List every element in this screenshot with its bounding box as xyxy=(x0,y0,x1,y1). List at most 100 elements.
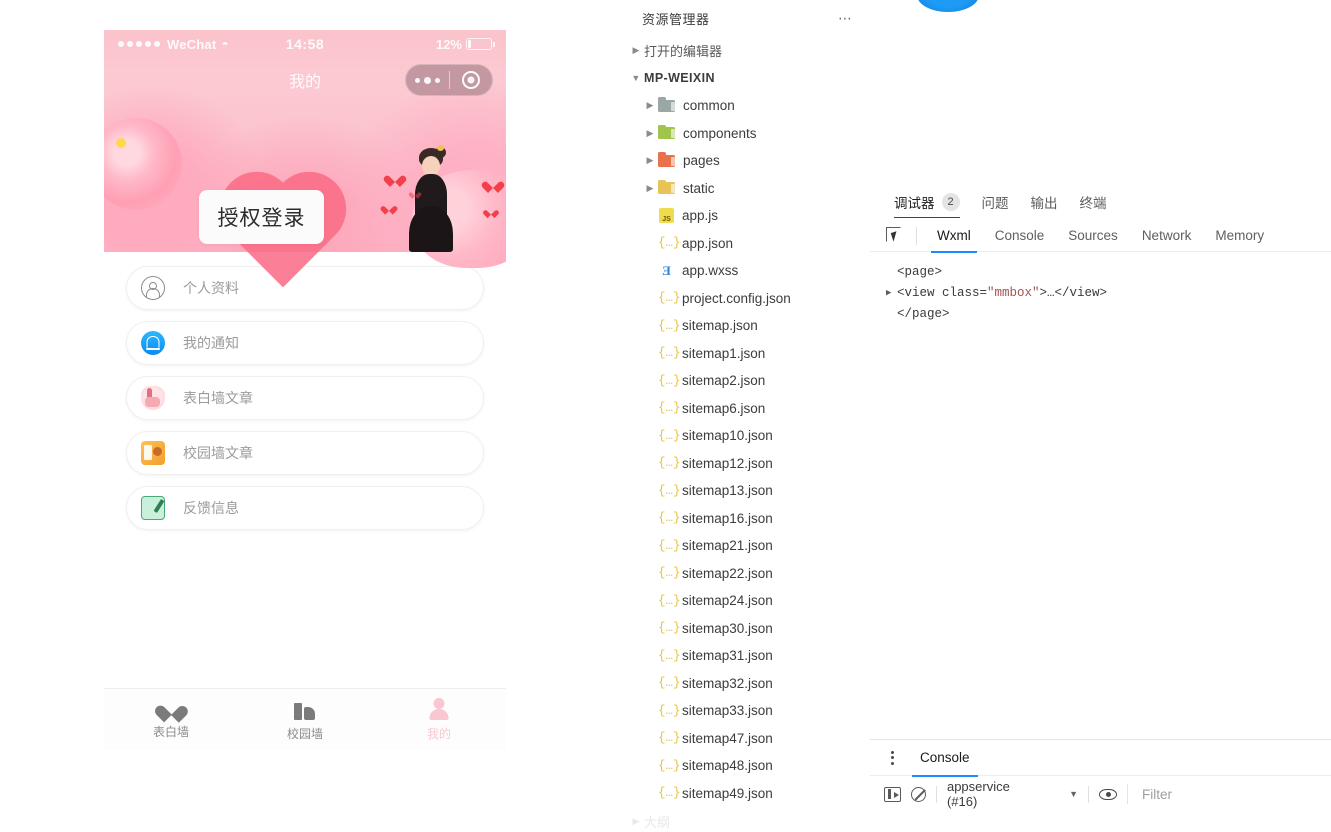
tree-file-app-js[interactable]: JS app.js xyxy=(620,202,870,230)
chevron-right-icon: ▶ xyxy=(632,815,640,826)
tree-file-sitemap30[interactable]: {…} sitemap30.json xyxy=(620,615,870,643)
simulator-nav-bar: 我的 xyxy=(104,58,506,102)
file-label: sitemap32.json xyxy=(682,675,773,691)
tab-network[interactable]: Network xyxy=(1130,220,1204,252)
tree-file-sitemap6[interactable]: {…} sitemap6.json xyxy=(620,395,870,423)
school-icon xyxy=(293,698,317,720)
list-item-label: 表白墙文章 xyxy=(183,390,253,406)
tab-memory[interactable]: Memory xyxy=(1203,220,1276,252)
clear-console-icon[interactable] xyxy=(911,786,926,802)
tab-terminal[interactable]: 终端 xyxy=(1080,185,1107,219)
tab-label: 终端 xyxy=(1079,196,1107,211)
tree-file-sitemap12[interactable]: {…} sitemap12.json xyxy=(620,450,870,478)
tree-file-project-config[interactable]: {…} project.config.json xyxy=(620,285,870,313)
inspect-cursor-icon[interactable] xyxy=(886,226,904,245)
wxml-line-view[interactable]: ▶ <view class= "mmbox" >…</view> xyxy=(886,283,1331,304)
ellipsis-icon[interactable]: ⋯ xyxy=(834,10,858,27)
wxml-tag: </page> xyxy=(897,307,950,321)
tree-file-sitemap49[interactable]: {…} sitemap49.json xyxy=(620,780,870,808)
tree-file-sitemap33[interactable]: {…} sitemap33.json xyxy=(620,697,870,725)
chevron-down-icon[interactable]: ▼ xyxy=(1069,789,1078,799)
tab-wxml[interactable]: Wxml xyxy=(925,220,983,253)
tab-campus-wall[interactable]: 校园墙 xyxy=(238,689,372,750)
tree-file-sitemap32[interactable]: {…} sitemap32.json xyxy=(620,670,870,698)
chevron-right-icon[interactable]: ▶ xyxy=(886,283,897,304)
tree-file-sitemap13[interactable]: {…} sitemap13.json xyxy=(620,477,870,505)
json-file-icon: {…} xyxy=(658,456,681,471)
signal-dots-icon xyxy=(118,41,160,47)
json-file-icon: {…} xyxy=(658,428,681,443)
section-open-editors[interactable]: ▶ 打开的编辑器 xyxy=(620,36,870,64)
section-label: 大纲 xyxy=(644,814,671,830)
flower-decoration-left xyxy=(104,118,182,210)
tree-folder-pages[interactable]: ▶ pages xyxy=(620,147,870,175)
console-filter-input[interactable] xyxy=(1127,784,1321,804)
tree-folder-common[interactable]: ▶ common xyxy=(620,92,870,120)
tab-console[interactable]: Console xyxy=(983,220,1057,252)
wxml-line-page-open[interactable]: <page> xyxy=(886,262,1331,283)
file-label: sitemap22.json xyxy=(682,565,773,581)
list-item-confession-posts[interactable]: 表白墙文章 xyxy=(126,376,484,420)
tree-file-sitemap48[interactable]: {…} sitemap48.json xyxy=(620,752,870,780)
list-item-campus-posts[interactable]: 校园墙文章 xyxy=(126,431,484,475)
show-drawer-icon[interactable] xyxy=(884,786,901,802)
tree-file-app-wxss[interactable]: Ǝ app.wxss xyxy=(620,257,870,285)
eye-icon[interactable] xyxy=(1099,788,1117,800)
list-item-notifications[interactable]: 我的通知 xyxy=(126,321,484,365)
edit-icon xyxy=(141,496,165,520)
folder-icon xyxy=(658,97,676,114)
json-file-icon: {…} xyxy=(658,291,681,306)
kebab-menu-icon[interactable] xyxy=(884,750,900,765)
list-item-feedback[interactable]: 反馈信息 xyxy=(126,486,484,530)
tree-file-sitemap[interactable]: {…} sitemap.json xyxy=(620,312,870,340)
tab-confession-wall[interactable]: 表白墙 xyxy=(104,689,238,750)
tree-file-sitemap10[interactable]: {…} sitemap10.json xyxy=(620,422,870,450)
tab-console-drawer[interactable]: Console xyxy=(912,740,978,777)
authorize-login-button[interactable]: 授权登录 xyxy=(199,190,324,244)
heart-decoration-icon xyxy=(388,171,402,184)
json-file-icon: {…} xyxy=(658,318,681,333)
tree-file-sitemap2[interactable]: {…} sitemap2.json xyxy=(620,367,870,395)
status-bar: WeChat ◓ 14:58 12% xyxy=(104,30,506,58)
section-outline[interactable]: ▶ 大纲 xyxy=(620,807,870,832)
file-label: sitemap6.json xyxy=(682,400,766,416)
json-file-icon: {…} xyxy=(658,346,681,361)
list-item-profile[interactable]: 个人资料 xyxy=(126,266,484,310)
tree-file-sitemap16[interactable]: {…} sitemap16.json xyxy=(620,505,870,533)
tab-sources[interactable]: Sources xyxy=(1056,220,1130,252)
tree-file-sitemap24[interactable]: {…} sitemap24.json xyxy=(620,587,870,615)
tree-file-sitemap21[interactable]: {…} sitemap21.json xyxy=(620,532,870,560)
file-label: sitemap21.json xyxy=(682,538,773,554)
tree-folder-components[interactable]: ▶ components xyxy=(620,120,870,148)
tree-file-sitemap31[interactable]: {…} sitemap31.json xyxy=(620,642,870,670)
list-item-label: 校园墙文章 xyxy=(183,445,253,461)
devtools-panel-tabs: 调试器 2 问题 输出 终端 xyxy=(870,185,1331,219)
tab-label: 表白墙 xyxy=(152,725,189,739)
json-file-icon: {…} xyxy=(658,621,681,636)
tree-file-sitemap22[interactable]: {…} sitemap22.json xyxy=(620,560,870,588)
tab-label: 问题 xyxy=(981,196,1009,211)
status-bar-right: 12% xyxy=(324,37,496,52)
json-file-icon: {…} xyxy=(658,676,681,691)
tree-file-sitemap1[interactable]: {…} sitemap1.json xyxy=(620,340,870,368)
tab-output[interactable]: 输出 xyxy=(1031,185,1058,219)
wxml-class-value: "mmbox" xyxy=(987,286,1040,300)
tree-file-sitemap47[interactable]: {…} sitemap47.json xyxy=(620,725,870,753)
file-explorer-panel: 资源管理器 ⋯ ▶ 打开的编辑器 ▼ MP-WEIXIN ▶ common ▶ … xyxy=(620,0,870,832)
tree-file-app-json[interactable]: {…} app.json xyxy=(620,230,870,258)
section-project-root[interactable]: ▼ MP-WEIXIN xyxy=(620,64,870,92)
tab-mine[interactable]: 我的 xyxy=(372,689,506,750)
file-label: sitemap30.json xyxy=(682,620,773,636)
target-circle-icon[interactable] xyxy=(450,71,493,89)
console-context-select[interactable]: appservice (#16) xyxy=(947,779,1041,809)
tab-label: 我的 xyxy=(426,726,451,741)
json-file-icon: {…} xyxy=(658,703,681,718)
tab-problems[interactable]: 问题 xyxy=(982,185,1009,219)
wechat-capsule[interactable] xyxy=(405,64,493,96)
toolbar-divider xyxy=(1088,785,1089,803)
wxml-line-page-close[interactable]: </page> xyxy=(886,304,1331,325)
simulator-tab-bar: 表白墙 校园墙 我的 xyxy=(104,688,506,750)
tree-folder-static[interactable]: ▶ static xyxy=(620,175,870,203)
tab-debugger[interactable]: 调试器 2 xyxy=(894,185,960,219)
more-dots-icon[interactable] xyxy=(406,76,449,84)
